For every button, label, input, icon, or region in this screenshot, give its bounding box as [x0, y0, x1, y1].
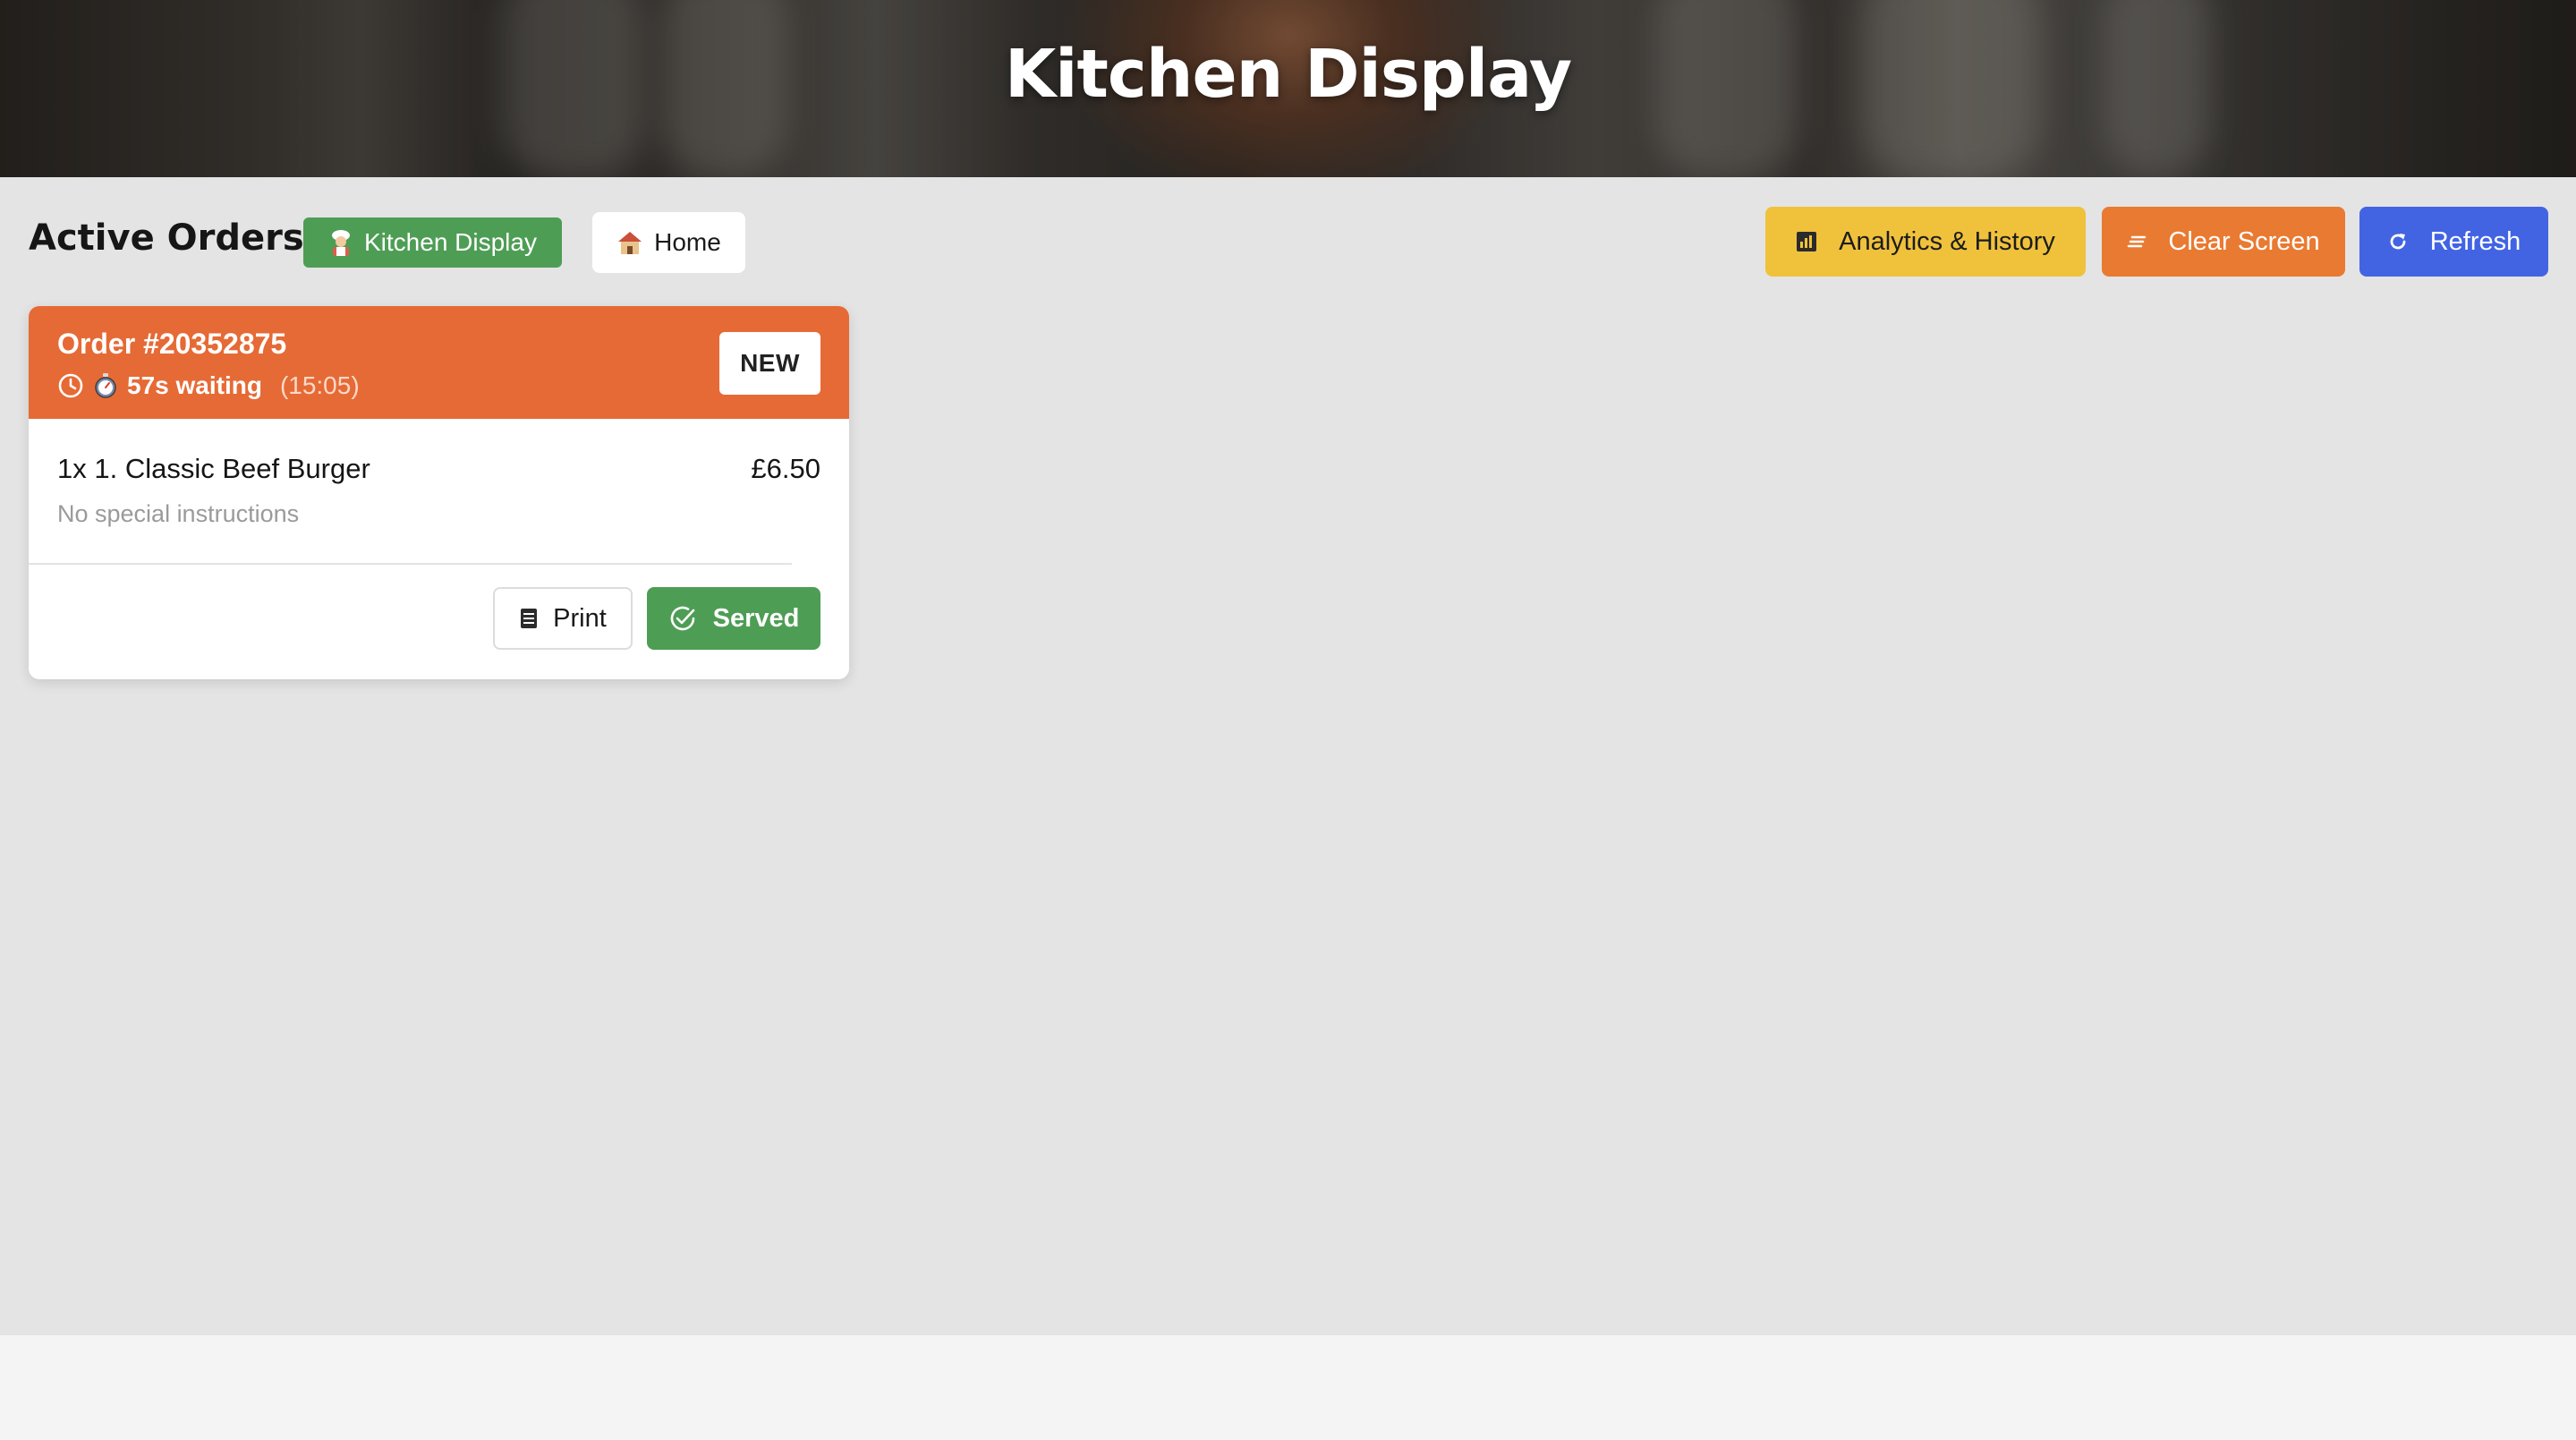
- footer-strip: [0, 1335, 2576, 1440]
- kitchen-display-button[interactable]: Kitchen Display: [303, 217, 562, 268]
- waiting-duration: 57s waiting: [127, 371, 262, 399]
- cook-emoji-icon: [328, 229, 353, 256]
- stopwatch-icon: [93, 372, 118, 399]
- clear-screen-label: Clear Screen: [2168, 226, 2320, 256]
- print-label: Print: [553, 603, 607, 633]
- order-item-price: £6.50: [751, 453, 820, 484]
- served-button[interactable]: Served: [647, 587, 820, 650]
- card-divider: [29, 563, 792, 565]
- hero-banner: Kitchen Display: [0, 0, 2576, 177]
- order-placed-time: (15:05): [279, 371, 360, 399]
- bar-chart-icon: [1796, 231, 1817, 252]
- check-circle-icon: [668, 604, 697, 633]
- section-title: Active Orders: [29, 217, 304, 259]
- status-badge: NEW: [719, 332, 820, 395]
- clear-lines-icon: [2127, 234, 2147, 249]
- kitchen-display-label: Kitchen Display: [364, 228, 537, 256]
- served-label: Served: [712, 603, 800, 633]
- order-waiting-info: 57s waiting (15:05): [57, 371, 360, 400]
- order-number: Order #20352875: [57, 328, 287, 360]
- refresh-icon: [2387, 231, 2409, 252]
- analytics-history-button[interactable]: Analytics & History: [1765, 207, 2086, 277]
- main-area: Active Orders Kitchen Display Home Analy…: [0, 177, 2576, 1335]
- refresh-button[interactable]: Refresh: [2359, 207, 2548, 277]
- order-item-note: No special instructions: [57, 500, 300, 527]
- order-item-name: 1x 1. Classic Beef Burger: [57, 453, 370, 484]
- home-button[interactable]: Home: [592, 212, 745, 273]
- clock-icon: [57, 372, 84, 399]
- clear-screen-button[interactable]: Clear Screen: [2102, 207, 2345, 277]
- page-title: Kitchen Display: [1004, 36, 1572, 113]
- home-label: Home: [654, 228, 721, 256]
- receipt-icon: [519, 608, 539, 629]
- analytics-label: Analytics & History: [1839, 226, 2055, 256]
- refresh-label: Refresh: [2429, 226, 2521, 256]
- order-card-header: Order #20352875 57s waiting (15:05) NEW: [29, 306, 849, 419]
- print-button[interactable]: Print: [493, 587, 633, 650]
- house-emoji-icon: [616, 230, 643, 255]
